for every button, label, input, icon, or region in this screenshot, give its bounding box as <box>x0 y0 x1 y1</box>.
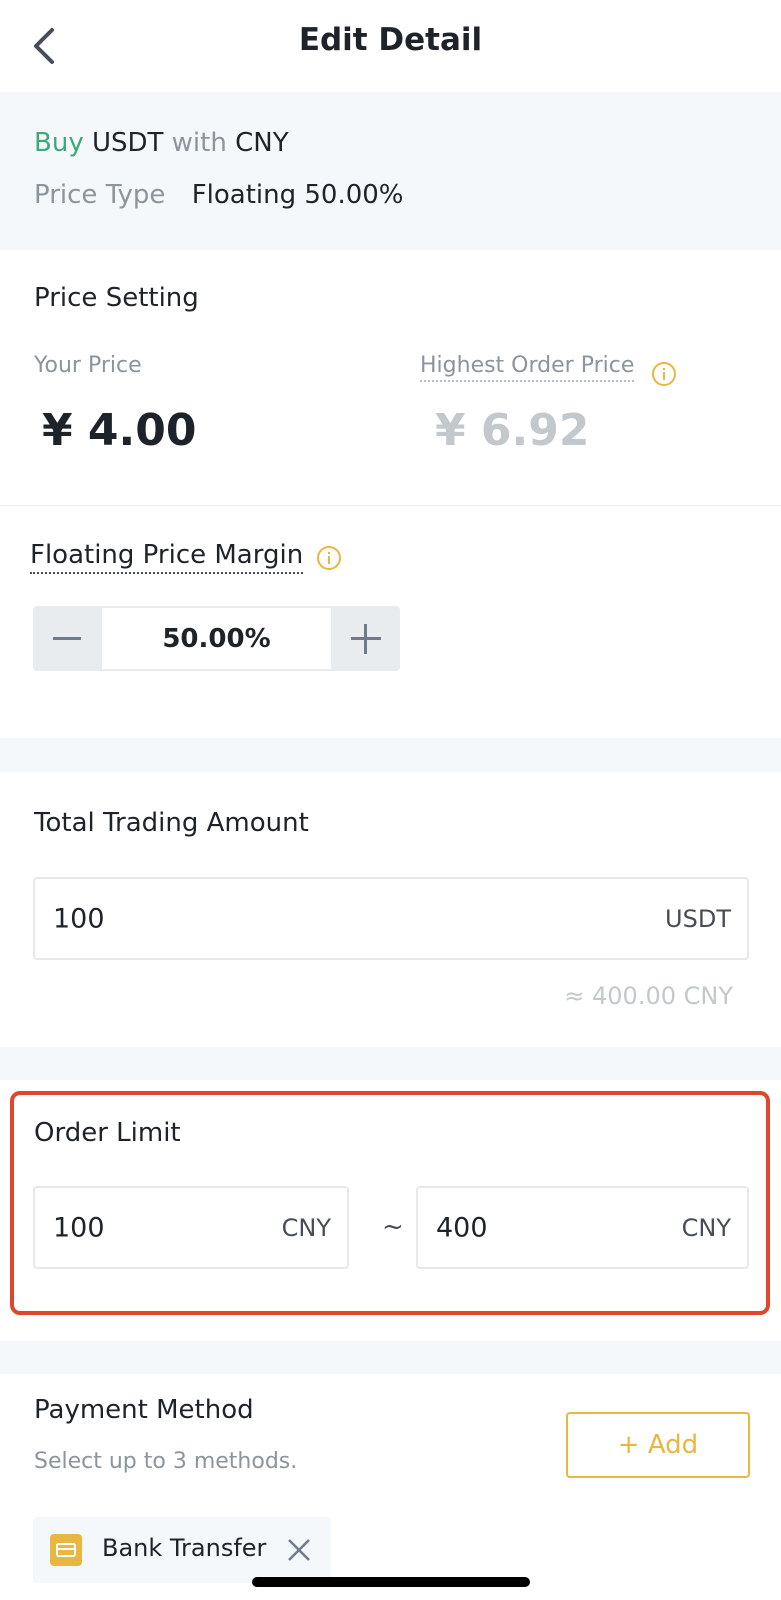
price-type-value: Floating 50.00% <box>191 180 404 210</box>
order-limit-max-value: 400 <box>436 1212 488 1243</box>
total-amount-approx: ≈ 400.00 CNY <box>564 982 733 1010</box>
info-circle-icon[interactable] <box>316 545 342 571</box>
order-limit-min-input[interactable]: 100 CNY <box>33 1186 349 1269</box>
divider <box>0 505 781 506</box>
order-limit-separator: ~ <box>382 1212 404 1242</box>
section-spacer <box>0 738 781 772</box>
add-payment-button[interactable]: + Add <box>566 1412 750 1478</box>
floating-price-margin-label[interactable]: Floating Price Margin <box>30 540 304 574</box>
highest-order-price-label[interactable]: Highest Order Price <box>420 353 635 382</box>
with-label: with <box>171 128 227 158</box>
floating-margin-stepper: 50.00% <box>33 606 400 671</box>
minus-icon <box>53 636 81 640</box>
trade-pair: Buy USDT with CNY <box>34 128 289 158</box>
total-trading-amount-title: Total Trading Amount <box>34 808 309 838</box>
decrease-button[interactable] <box>33 606 101 671</box>
payment-method-title: Payment Method <box>34 1395 254 1425</box>
total-amount-input[interactable]: 100 USDT <box>33 877 749 960</box>
buy-label: Buy <box>34 128 84 158</box>
order-limit-min-value: 100 <box>53 1212 105 1243</box>
price-type-row: Price Type Floating 50.00% <box>34 180 404 210</box>
order-limit-min-unit: CNY <box>281 1213 331 1242</box>
close-icon[interactable] <box>284 1535 314 1565</box>
section-spacer <box>0 1341 781 1374</box>
asset-label: USDT <box>91 128 164 158</box>
home-indicator[interactable] <box>252 1577 530 1587</box>
your-price-value: ¥ 4.00 <box>42 405 197 456</box>
total-amount-value: 100 <box>53 903 105 934</box>
price-type-label: Price Type <box>34 180 166 210</box>
page-title: Edit Detail <box>298 22 483 58</box>
order-limit-title: Order Limit <box>34 1118 181 1148</box>
payment-method-hint: Select up to 3 methods. <box>34 1449 298 1474</box>
plus-icon <box>351 623 381 654</box>
highest-order-price-value: ¥ 6.92 <box>435 405 590 456</box>
price-setting-title: Price Setting <box>34 283 199 313</box>
info-circle-icon[interactable] <box>651 361 677 387</box>
order-summary <box>0 92 781 250</box>
increase-button[interactable] <box>332 606 400 671</box>
order-limit-max-unit: CNY <box>681 1213 731 1242</box>
bank-card-icon <box>50 1534 82 1566</box>
your-price-label: Your Price <box>34 353 142 378</box>
fiat-label: CNY <box>235 128 289 158</box>
section-spacer <box>0 1047 781 1080</box>
total-amount-unit: USDT <box>665 904 731 933</box>
floating-margin-value[interactable]: 50.00% <box>102 608 331 669</box>
order-limit-max-input[interactable]: 400 CNY <box>416 1186 749 1269</box>
payment-method-chip: Bank Transfer <box>33 1517 331 1583</box>
payment-method-label: Bank Transfer <box>102 1534 267 1562</box>
